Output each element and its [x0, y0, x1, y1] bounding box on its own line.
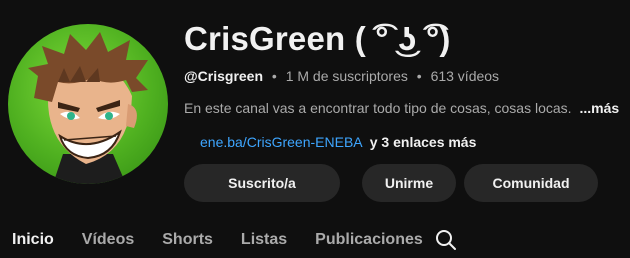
subscribed-button[interactable]: Suscrito/a	[184, 164, 340, 202]
join-button[interactable]: Unirme	[362, 164, 456, 202]
tab-listas[interactable]: Listas	[241, 222, 287, 258]
meta-separator: •	[271, 68, 277, 84]
tab-inicio[interactable]: Inicio	[12, 222, 54, 258]
channel-tabs: Inicio Vídeos Shorts Listas Publicacione…	[12, 222, 451, 258]
tab-videos[interactable]: Vídeos	[82, 222, 134, 258]
search-icon[interactable]	[434, 228, 458, 252]
channel-description[interactable]: En este canal vas a encontrar todo tipo …	[184, 100, 619, 116]
channel-avatar	[8, 24, 168, 184]
channel-meta: @Crisgreen • 1 M de suscriptores • 613 v…	[184, 68, 499, 84]
more-links-button[interactable]: y 3 enlaces más	[370, 134, 477, 150]
tab-shorts[interactable]: Shorts	[162, 222, 213, 258]
tab-publicaciones[interactable]: Publicaciones	[315, 222, 423, 258]
channel-name: CrisGreen ( ͡° ͜ʖ ͡°)	[184, 20, 451, 57]
external-link[interactable]: ene.ba/CrisGreen-ENEBA	[200, 134, 362, 150]
description-more-link[interactable]: ...más	[579, 100, 619, 116]
video-count: 613 vídeos	[430, 68, 500, 84]
channel-handle: @Crisgreen	[184, 68, 264, 84]
meta-separator: •	[416, 68, 422, 84]
community-button[interactable]: Comunidad	[464, 164, 598, 202]
subscriber-count: 1 M de suscriptores	[285, 68, 408, 84]
avatar-character-illustration	[28, 32, 148, 184]
description-text: En este canal vas a encontrar todo tipo …	[184, 100, 572, 116]
channel-links: ene.ba/CrisGreen-ENEBA y 3 enlaces más	[200, 134, 476, 150]
